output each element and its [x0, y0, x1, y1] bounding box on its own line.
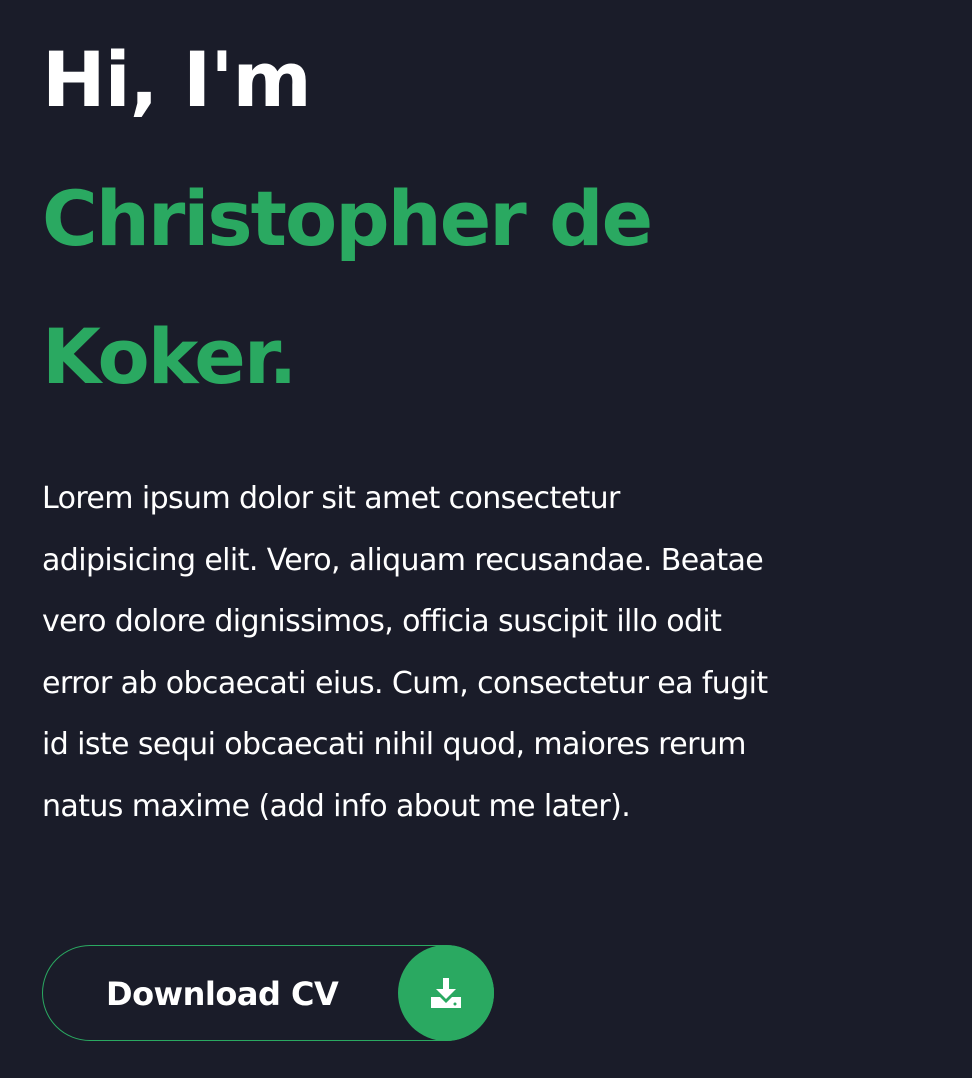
download-cv-label: Download CV: [106, 975, 339, 1013]
download-icon[interactable]: [398, 945, 494, 1041]
hero-greeting: Hi, I'm: [42, 35, 312, 124]
download-cv-button[interactable]: Download CV: [42, 945, 494, 1041]
hero-name: Christopher de Koker.: [42, 174, 653, 401]
hero-bio: Lorem ipsum dolor sit amet consectetur a…: [42, 481, 768, 824]
